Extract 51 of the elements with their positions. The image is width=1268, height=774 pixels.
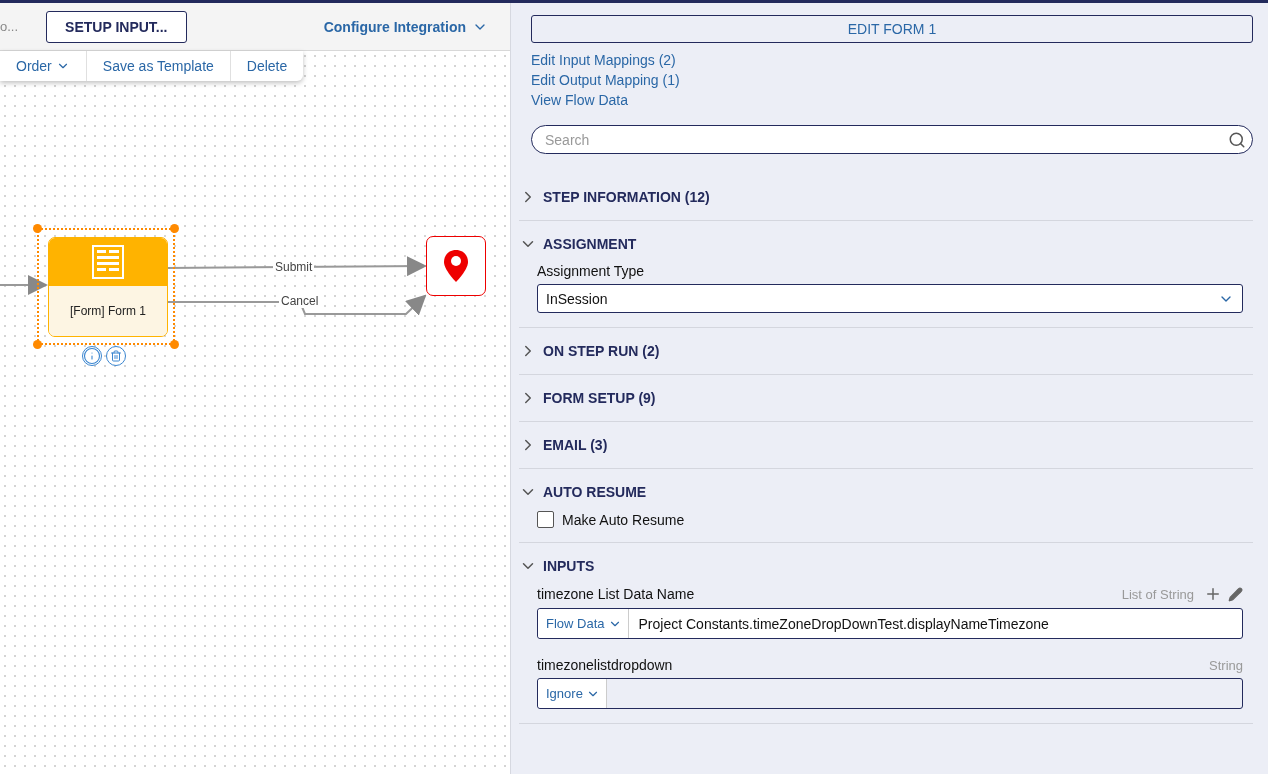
panel-link[interactable]: View Flow Data: [531, 92, 628, 108]
setup-input-button[interactable]: SETUP INPUT...: [46, 10, 187, 43]
field-label: Assignment Type: [537, 263, 645, 279]
form-step-node[interactable]: [Form] Form 1: [48, 237, 168, 337]
map-pin-icon: [444, 250, 468, 282]
toolbar-button[interactable]: Delete: [230, 51, 304, 81]
section-header[interactable]: FORM SETUP (9): [519, 389, 656, 407]
connector-label: Cancel: [279, 294, 321, 308]
checkbox-label: Make Auto Resume: [562, 511, 685, 528]
type-label: String: [1209, 657, 1243, 673]
node-label: [Form] Form 1: [49, 286, 167, 336]
edit-icon[interactable]: [1228, 586, 1243, 602]
order-menu[interactable]: Order: [0, 51, 87, 81]
field-label: timezonelistdropdown: [537, 657, 673, 673]
trash-icon: [110, 350, 122, 362]
assignment-type-dropdown[interactable]: InSession: [537, 284, 1243, 313]
end-node[interactable]: [426, 236, 486, 296]
source-dropdown[interactable]: Flow Data: [538, 609, 629, 638]
delete-button[interactable]: [106, 346, 126, 366]
mapping-field[interactable]: Ignore: [537, 678, 1243, 709]
section-header[interactable]: EMAIL (3): [519, 436, 608, 454]
connector-label: Submit: [273, 260, 315, 274]
section-header[interactable]: STEP INFORMATION (12): [519, 188, 710, 206]
value-input[interactable]: Project Constants.timeZoneDropDownTest.displayNameTimezone: [628, 609, 1242, 638]
resize-handle[interactable]: [33, 340, 42, 349]
connector-arrow: [0, 275, 48, 295]
section-header[interactable]: ASSIGNMENT: [519, 235, 637, 253]
configure-integration-menu[interactable]: Configure Integration: [317, 17, 494, 36]
toolbar-button[interactable]: Save as Template: [86, 51, 231, 81]
section-header[interactable]: AUTO RESUME: [519, 483, 647, 501]
type-label: List of String: [1121, 586, 1194, 602]
resize-handle[interactable]: [170, 340, 179, 349]
panel-link[interactable]: Edit Input Mappings (2): [531, 52, 676, 68]
edit-form-button[interactable]: EDIT FORM 1: [531, 15, 1253, 43]
resize-handle[interactable]: [170, 224, 179, 233]
section-header[interactable]: ON STEP RUN (2): [519, 342, 660, 360]
search-icon: [1228, 130, 1246, 149]
search-box[interactable]: Search: [531, 125, 1253, 154]
search-field[interactable]: Search: [543, 130, 1228, 149]
add-icon[interactable]: [1204, 585, 1222, 603]
form-icon: [92, 245, 124, 279]
mapping-field[interactable]: Flow Data Project Constants.timeZoneDropDownTest.displayNameTimezone: [537, 608, 1243, 639]
info-button[interactable]: [82, 346, 102, 366]
section-header[interactable]: INPUTS: [519, 557, 595, 575]
panel-link[interactable]: Edit Output Mapping (1): [531, 72, 680, 88]
checkbox[interactable]: [537, 511, 554, 528]
info-icon: [83, 347, 101, 365]
field-label: timezone List Data Name: [537, 586, 695, 602]
truncated-label: o...: [0, 19, 19, 34]
source-dropdown[interactable]: Ignore: [538, 679, 607, 708]
resize-handle[interactable]: [33, 224, 42, 233]
